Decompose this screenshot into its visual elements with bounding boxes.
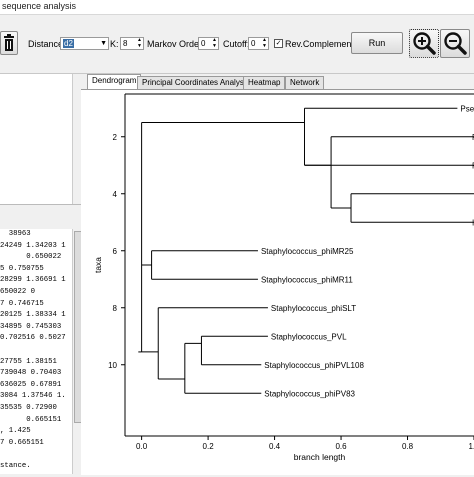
zoom-in-button[interactable] <box>409 29 439 58</box>
tab-label: Network <box>290 78 320 87</box>
distance-matrix-output: 38963 24249 1.34203 1 0.650022 5 0.750755 2… <box>0 229 72 474</box>
matrix-line: 5 0.750755 <box>0 264 44 273</box>
spin-arrows-icon: ▲ ▼ <box>262 37 267 49</box>
zoom-out-button[interactable] <box>440 29 470 58</box>
rev-complement-checkbox[interactable]: ✓ <box>274 39 283 48</box>
run-button[interactable]: Run <box>351 32 403 54</box>
leaf-label: Staphylococcus_phiPV83 <box>264 389 355 398</box>
tab-label: Heatmap <box>248 78 281 87</box>
x-tick-label: 0.6 <box>335 442 347 451</box>
distance-value: d2 <box>63 39 74 48</box>
leaf-label: Staphylococcus_phiMR11 <box>261 275 353 284</box>
matrix-line: 650022 0 <box>0 287 36 296</box>
tab-heatmap[interactable]: Heatmap <box>243 76 286 89</box>
y-tick-label: 10 <box>108 361 117 370</box>
matrix-line: stance. <box>0 461 31 470</box>
spin-arrows-icon: ▲ ▼ <box>137 37 142 49</box>
run-button-label: Run <box>368 38 386 48</box>
leaf-label: Pseudomo <box>460 104 474 113</box>
matrix-line: 739048 0.70403 <box>0 369 62 378</box>
markov-order-label: Markov Order: <box>147 39 205 49</box>
leaf-label: Staphylococcus_phiMR25 <box>261 247 354 256</box>
y-tick-label: 8 <box>113 304 118 313</box>
zoom-in-icon <box>413 32 436 55</box>
matrix-line: 38963 <box>0 230 31 238</box>
dendrogram-panel: 0.0 0.2 0.4 0.6 0.8 1.0 2 4 6 8 10 branch length tax… <box>81 89 474 475</box>
k-label: K: <box>110 39 119 49</box>
leaf-label: Staphylococcus_phiPVL108 <box>264 361 364 370</box>
tab-principal-coordinates-analysis[interactable]: Principal Coordinates Analysis <box>137 76 255 89</box>
checkmark-icon: ✓ <box>275 40 282 47</box>
tab-label: Dendrogram <box>92 76 137 85</box>
matrix-line <box>0 345 72 357</box>
distance-select[interactable]: d2 ▼ <box>60 37 109 50</box>
rev-complement-label: Rev.Complement <box>285 39 354 49</box>
matrix-line <box>0 449 72 461</box>
matrix-line: 7 0.746715 <box>0 299 44 308</box>
title-bar: sequence analysis <box>0 0 474 15</box>
cutoff-value: 0 <box>251 39 256 48</box>
x-tick-label: 0.0 <box>136 442 148 451</box>
zoom-out-icon <box>444 32 467 55</box>
tab-dendrogram[interactable]: Dendrogram <box>87 74 142 90</box>
tab-network[interactable]: Network <box>285 76 325 89</box>
matrix-line: , 1.425 <box>0 427 31 436</box>
cutoff-label: Cutoff: <box>223 39 250 49</box>
y-tick-label: 2 <box>113 133 118 142</box>
markov-order-value: 0 <box>201 39 206 48</box>
x-tick-label: 0.2 <box>203 442 215 451</box>
matrix-line: 0.665151 <box>0 415 62 424</box>
matrix-line: 3084 1.37546 1. <box>0 392 66 401</box>
matrix-line: 0.702516 0.5027 <box>0 334 66 343</box>
tab-strip: Dendrogram Principal Coordinates Analysi… <box>81 74 474 90</box>
cutoff-stepper[interactable]: 0 ▲ ▼ <box>248 37 269 50</box>
markov-order-stepper[interactable]: 0 ▲ ▼ <box>198 37 219 50</box>
matrix-line: 27755 1.38151 <box>0 357 57 366</box>
pane-splitter[interactable] <box>0 204 81 230</box>
chevron-down-icon: ▼ <box>100 40 107 47</box>
k-value: 8 <box>123 39 128 48</box>
y-axis-label: taxa <box>93 257 103 273</box>
matrix-line: 28299 1.36691 1 <box>0 276 66 285</box>
trash-icon <box>4 34 14 51</box>
delete-button[interactable] <box>0 31 18 55</box>
leaf-label: Staphylococcus_PVL <box>271 332 347 341</box>
matrix-line: 24249 1.34203 1 <box>0 241 66 250</box>
spin-arrows-icon: ▲ ▼ <box>212 37 217 49</box>
matrix-line: 20125 1.38334 1 <box>0 311 66 320</box>
matrix-line: 34895 0.745303 <box>0 322 62 331</box>
x-tick-label: 0.4 <box>269 442 281 451</box>
window-title: sequence analysis <box>2 1 77 11</box>
matrix-line: 0.650022 <box>0 253 62 262</box>
matrix-line: 636025 0.67891 <box>0 380 62 389</box>
matrix-line: 35535 0.72900 <box>0 403 57 412</box>
y-tick-label: 6 <box>113 247 118 256</box>
toolbar: Distance: d2 ▼ K: 8 ▲ ▼ Markov Order: 0 ▲… <box>0 15 474 74</box>
x-tick-label: 0.8 <box>402 442 414 451</box>
matrix-line: 7 0.665151 <box>0 438 44 447</box>
leaf-label: Staphylococcus_phiSLT <box>271 304 356 313</box>
x-tick-label: 1.0 <box>468 442 474 451</box>
tab-label: Principal Coordinates Analysis <box>142 78 250 87</box>
y-tick-label: 4 <box>113 190 118 199</box>
dendrogram-chart: 0.0 0.2 0.4 0.6 0.8 1.0 2 4 6 8 10 branch length tax… <box>93 93 474 462</box>
k-stepper[interactable]: 8 ▲ ▼ <box>120 37 144 50</box>
x-axis-label: branch length <box>294 452 346 462</box>
